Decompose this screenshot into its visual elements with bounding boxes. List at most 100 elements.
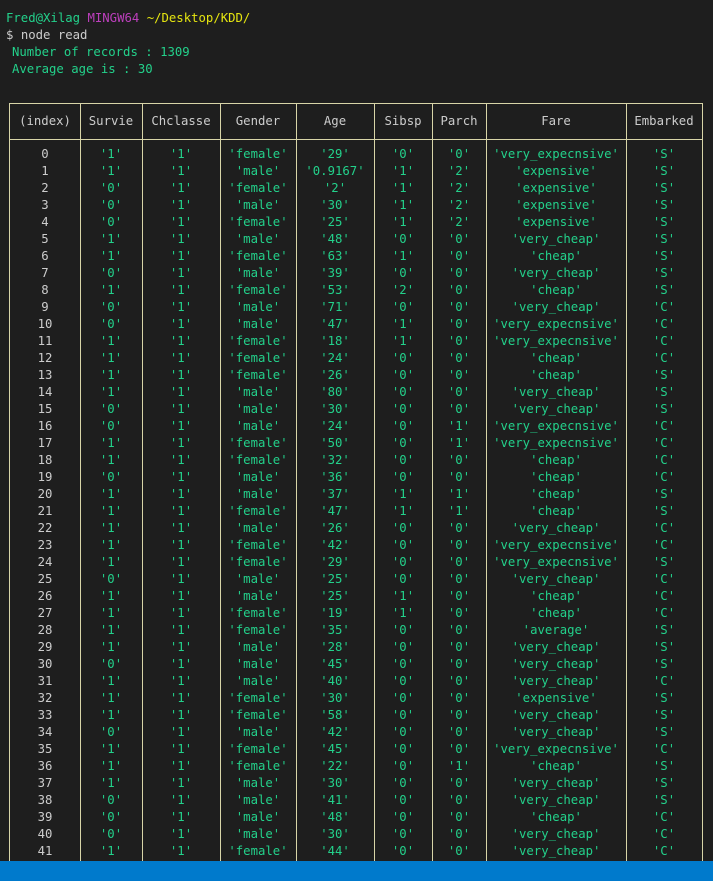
cell-survie: '1' [99,623,123,637]
cell-sibsp: '0' [391,623,415,637]
cell-survie: '0' [99,317,123,331]
cell-chclasse: '1' [169,164,193,178]
cell-age: '28' [320,640,350,654]
cell-fare: 'cheap' [530,470,582,484]
cell-fare: 'expensive' [515,164,597,178]
cell-fare: 'cheap' [530,589,582,603]
cell-sibsp: '0' [391,827,415,841]
cell-parch: '2' [447,198,471,212]
cell-survie: '0' [99,215,123,229]
cell-sibsp: '0' [391,521,415,535]
cell-survie: '1' [99,436,123,450]
cell-gender: 'male' [235,198,281,212]
cell-sibsp: '0' [391,453,415,467]
cell-index: 21 [37,504,53,518]
cell-survie: '0' [99,402,123,416]
cell-age: '32' [320,453,350,467]
cell-sibsp: '0' [391,759,415,773]
cell-sibsp: '1' [391,215,415,229]
cell-gender: 'female' [228,283,288,297]
terminal-window[interactable]: Fred@Xilag MINGW64 ~/Desktop/KDD/ $ node… [0,0,713,861]
cell-survie: '1' [99,147,123,161]
cell-chclasse: '1' [169,793,193,807]
table-row: 20 '1' '1' 'male' '37' '1' '1' 'cheap' 'S' [10,486,702,503]
table-row: 5 '1' '1' 'male' '48' '0' '0' 'very_cheap' 'S' [10,231,702,248]
cell-age: '30' [320,402,350,416]
cell-embarked: 'S' [652,198,676,212]
header-divider [10,139,702,140]
cell-parch: '0' [447,385,471,399]
cell-index: 37 [37,776,53,790]
cell-chclasse: '1' [169,521,193,535]
cell-fare: 'very_expecnsive' [493,436,619,450]
cell-embarked: 'C' [652,572,676,586]
cell-embarked: 'C' [652,351,676,365]
cell-fare: 'cheap' [530,351,582,365]
cell-gender: 'male' [235,232,281,246]
cell-embarked: 'S' [652,164,676,178]
cell-gender: 'female' [228,538,288,552]
cell-age: '35' [320,623,350,637]
cell-embarked: 'S' [652,657,676,671]
cell-age: '29' [320,555,350,569]
cell-sibsp: '0' [391,385,415,399]
cell-chclasse: '1' [169,215,193,229]
cell-index: 7 [41,266,49,280]
cell-chclasse: '1' [169,640,193,654]
cell-chclasse: '1' [169,351,193,365]
cell-parch: '1' [447,419,471,433]
cell-fare: 'very_cheap' [511,674,601,688]
cell-age: '48' [320,232,350,246]
cell-index: 31 [37,674,53,688]
table-row: 8 '1' '1' 'female' '53' '2' '0' 'cheap' 'S' [10,282,702,299]
cell-gender: 'female' [228,759,288,773]
cell-index: 16 [37,419,53,433]
cell-embarked: 'S' [652,793,676,807]
cell-embarked: 'S' [652,232,676,246]
cell-sibsp: '0' [391,368,415,382]
cell-gender: 'male' [235,317,281,331]
cell-parch: '0' [447,334,471,348]
table-row: 31 '1' '1' 'male' '40' '0' '0' 'very_cheap' 'C' [10,673,702,690]
table-row: 10 '0' '1' 'male' '47' '1' '0' 'very_expecnsive… [10,316,702,333]
table-row: 38 '0' '1' 'male' '41' '0' '0' 'very_cheap' 'S' [10,792,702,809]
cell-index: 27 [37,606,53,620]
cell-gender: 'male' [235,827,281,841]
cell-age: '45' [320,657,350,671]
cell-survie: '1' [99,589,123,603]
cell-gender: 'male' [235,470,281,484]
cell-embarked: 'C' [652,589,676,603]
cell-age: '48' [320,810,350,824]
cell-age: '36' [320,470,350,484]
cell-embarked: 'S' [652,708,676,722]
cell-gender: 'male' [235,266,281,280]
table-row: 36 '1' '1' 'female' '22' '0' '1' 'cheap' 'S' [10,758,702,775]
cell-embarked: 'C' [652,606,676,620]
cell-gender: 'male' [235,674,281,688]
table-row: 21 '1' '1' 'female' '47' '1' '1' 'cheap' 'S' [10,503,702,520]
cell-survie: '1' [99,742,123,756]
cell-embarked: 'S' [652,725,676,739]
cell-survie: '0' [99,572,123,586]
cell-embarked: 'C' [652,674,676,688]
cell-index: 5 [41,232,49,246]
cell-sibsp: '0' [391,419,415,433]
cell-gender: 'female' [228,555,288,569]
cell-index: 28 [37,623,53,637]
cell-parch: '0' [447,470,471,484]
cell-parch: '0' [447,402,471,416]
cell-chclasse: '1' [169,436,193,450]
cell-index: 12 [37,351,53,365]
cell-gender: 'female' [228,606,288,620]
cell-embarked: 'C' [652,827,676,841]
cell-index: 35 [37,742,53,756]
cell-sibsp: '0' [391,844,415,858]
header-embarked: Embarked [634,114,694,128]
cell-age: '42' [320,538,350,552]
cell-chclasse: '1' [169,266,193,280]
cell-age: '26' [320,521,350,535]
cell-chclasse: '1' [169,657,193,671]
cell-age: '26' [320,368,350,382]
cell-fare: 'very_cheap' [511,572,601,586]
cell-parch: '2' [447,181,471,195]
